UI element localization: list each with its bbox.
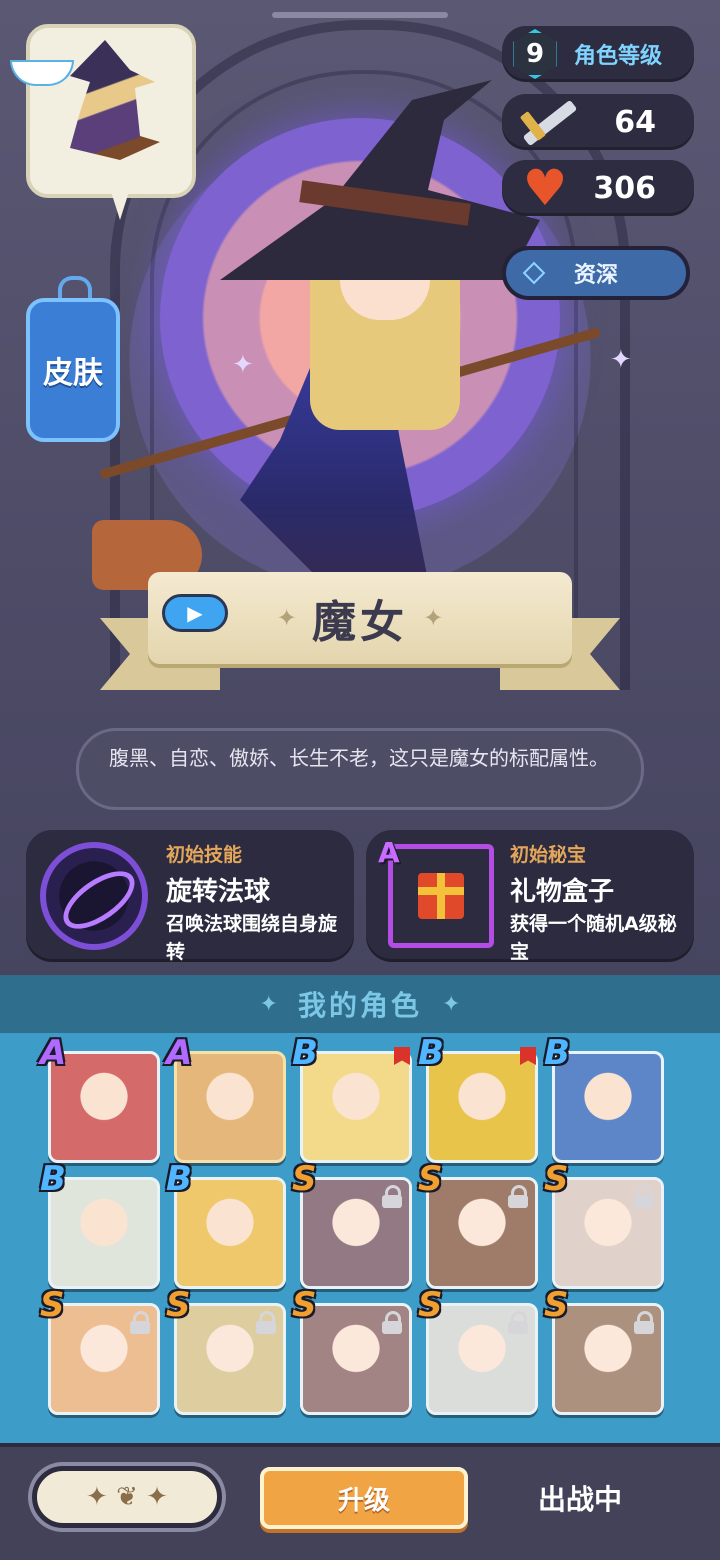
treasure-rank: A <box>378 836 400 869</box>
ornament-icon: ✦ ❦ ✦ <box>86 1482 168 1512</box>
ornament-button[interactable]: ✦ ❦ ✦ <box>32 1466 222 1528</box>
rank-tag: B <box>544 1033 570 1073</box>
lock-icon <box>130 1311 150 1334</box>
skill-kicker: 初始技能 <box>166 844 243 866</box>
hp-stat: ♥ 306 <box>502 160 694 216</box>
rank-tag: B <box>166 1159 192 1199</box>
rank-tag: S <box>40 1285 65 1325</box>
attack-stat: 64 <box>502 94 694 150</box>
treasure-kicker: 初始秘宝 <box>510 844 587 866</box>
yellow-bird-portrait <box>429 1054 535 1160</box>
treasure-info: 初始秘宝 礼物盒子 获得一个随机A级秘宝 <box>510 840 680 966</box>
character-name: 魔女 <box>312 597 408 648</box>
sparkle-icon: ✦ <box>232 350 254 380</box>
attack-value: 64 <box>614 104 656 140</box>
rank-tag: A <box>166 1033 193 1073</box>
rank-tag: S <box>292 1159 317 1199</box>
rank-tag: S <box>544 1285 569 1325</box>
deployed-status: 出战中 <box>538 1483 623 1516</box>
rank-badge[interactable]: 资深 <box>502 246 690 300</box>
rank-tag: S <box>544 1159 569 1199</box>
fleur-right-icon: ✦ <box>408 604 444 632</box>
treasure-desc: 获得一个随机A级秘宝 <box>510 913 677 963</box>
gift-box-icon <box>418 873 464 919</box>
play-icon: ▶ <box>187 601 203 625</box>
lock-icon <box>508 1185 528 1208</box>
level-badge: 9 <box>513 29 557 79</box>
sparkle-icon: ✦ <box>610 345 632 375</box>
roster-header: ✦ 我的角色 ✦ <box>0 975 720 1033</box>
armored-monster-portrait <box>51 1054 157 1160</box>
blonde-boy-portrait <box>177 1180 283 1286</box>
rank-label: 资深 <box>574 263 619 288</box>
character-description: 腹黑、自恋、傲娇、长生不老，这只是魔女的标配属性。 <box>76 728 644 810</box>
spinning-orb-icon <box>40 842 148 950</box>
blonde-girl-portrait <box>303 1054 409 1160</box>
lock-icon <box>256 1311 276 1334</box>
rank-tag: S <box>418 1285 443 1325</box>
witch-portrait <box>177 1054 283 1160</box>
lock-icon <box>634 1185 654 1208</box>
upgrade-label: 升级 <box>337 1485 390 1516</box>
lock-icon <box>634 1311 654 1334</box>
blue-hair-boy-portrait <box>555 1054 661 1160</box>
fleur-left-icon: ✦ <box>276 604 312 632</box>
lock-icon <box>382 1185 402 1208</box>
cat-ear-girl-portrait <box>51 1180 157 1286</box>
skin-button[interactable]: 皮肤 <box>26 298 120 442</box>
hp-value: 306 <box>593 170 656 206</box>
sword-icon <box>510 97 580 147</box>
skill-title: 旋转法球 <box>166 877 271 907</box>
lock-icon <box>508 1311 528 1334</box>
skill-desc: 召唤法球围绕自身旋转 <box>166 913 338 963</box>
rank-tag: S <box>292 1285 317 1325</box>
character-level: 9 角色等级 <box>502 26 694 82</box>
roster-grid: A A B B B B B S S S S S S S S <box>0 1033 720 1443</box>
rank-tag: B <box>40 1159 66 1199</box>
treasure-title: 礼物盒子 <box>510 877 615 907</box>
fleur-right-icon: ✦ <box>442 991 461 1017</box>
diamond-icon <box>522 261 546 285</box>
sheet-drag-handle[interactable] <box>272 12 448 18</box>
heart-icon: ♥ <box>522 159 568 217</box>
rank-tag: S <box>166 1285 191 1325</box>
play-voice-button[interactable]: ▶ <box>162 594 228 632</box>
lock-icon <box>382 1311 402 1334</box>
rank-tag: B <box>418 1033 444 1073</box>
skin-label: 皮肤 <box>43 356 103 391</box>
fleur-left-icon: ✦ <box>259 991 278 1017</box>
upgrade-button[interactable]: 升级 <box>260 1467 468 1529</box>
speech-bubble-tail <box>108 182 132 220</box>
rank-tag: B <box>292 1033 318 1073</box>
skill-info: 初始技能 旋转法球 召唤法球围绕自身旋转 <box>166 840 346 966</box>
treasure-frame <box>388 844 494 948</box>
level-label: 角色等级 <box>574 44 663 69</box>
rank-tag: S <box>418 1159 443 1199</box>
roster-title: 我的角色 <box>297 989 422 1022</box>
rank-tag: A <box>40 1033 67 1073</box>
